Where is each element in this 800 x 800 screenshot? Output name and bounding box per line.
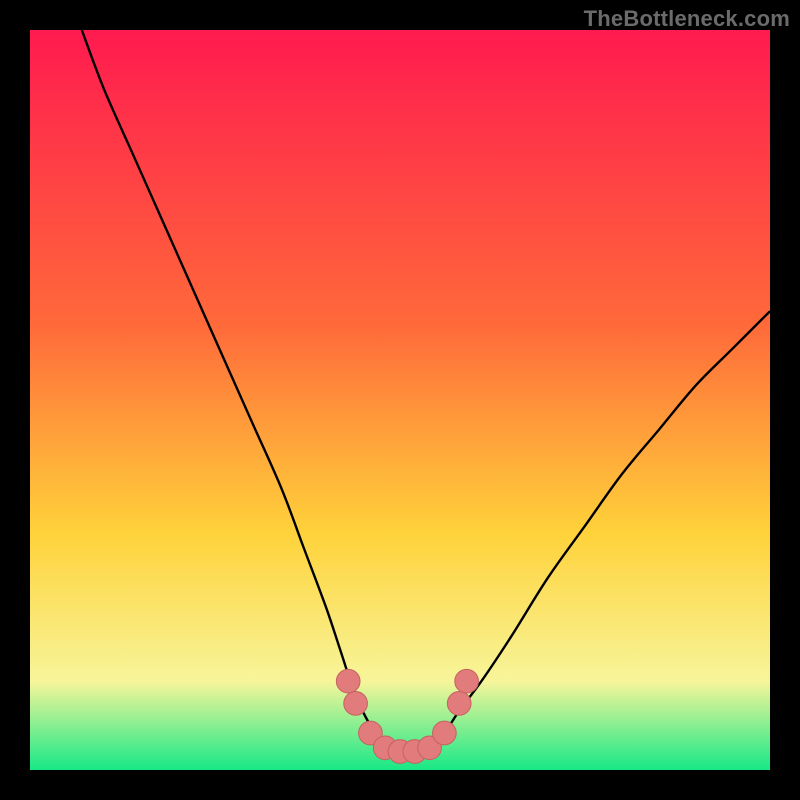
curve-marker [447,692,471,716]
curve-marker [336,669,360,693]
curve-marker [455,669,479,693]
curve-marker [344,692,368,716]
chart-frame: TheBottleneck.com [0,0,800,800]
curve-marker [433,721,457,745]
bottleneck-chart [30,30,770,770]
plot-area [30,30,770,770]
gradient-background [30,30,770,770]
watermark-label: TheBottleneck.com [584,6,790,32]
